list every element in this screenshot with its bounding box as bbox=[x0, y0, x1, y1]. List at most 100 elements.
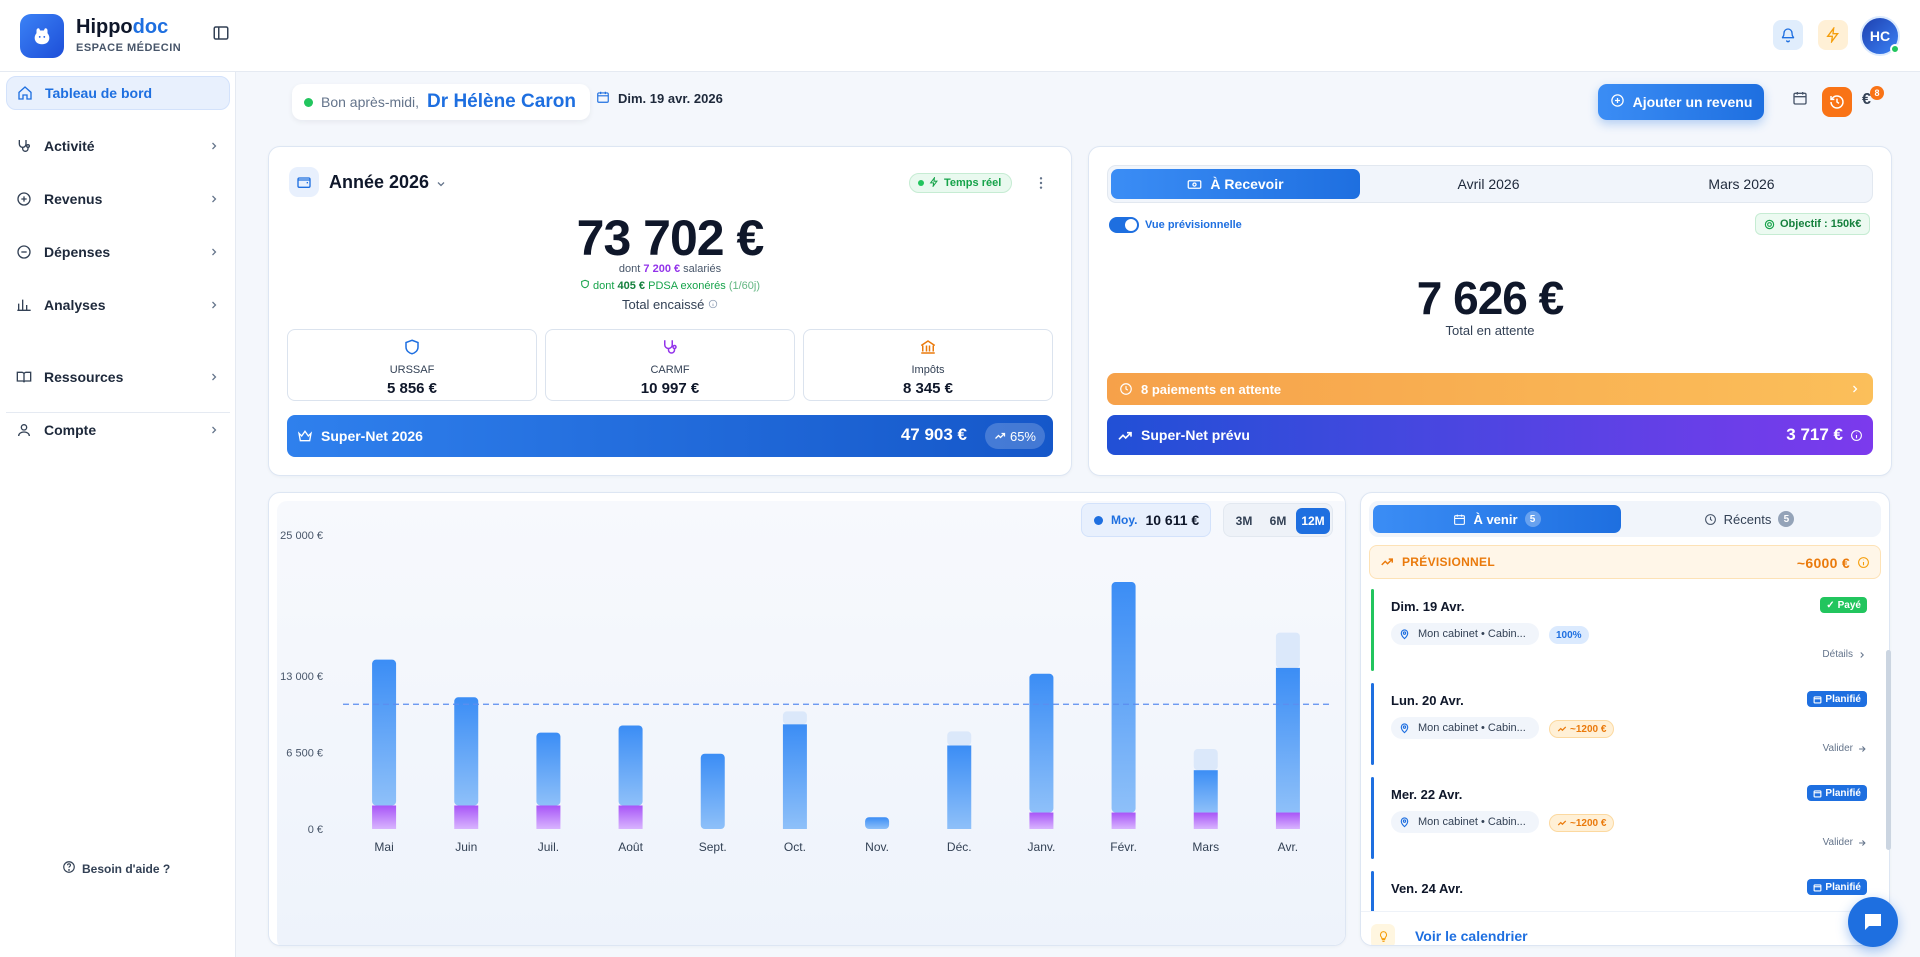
bar-revenue[interactable] bbox=[1029, 673, 1054, 813]
lightning-icon[interactable] bbox=[1818, 20, 1848, 50]
bar-revenue[interactable] bbox=[1111, 582, 1136, 813]
sidebar-item-revenues[interactable]: Revenus bbox=[6, 182, 230, 216]
chevron-right-icon bbox=[208, 423, 220, 435]
top-bar: Hippodoc ESPACE MÉDECIN HC bbox=[0, 0, 1920, 72]
sidebar-item-account[interactable]: Compte bbox=[6, 413, 230, 447]
bar-salaried[interactable] bbox=[618, 805, 643, 829]
supernet-bar[interactable]: Super-Net 2026 47 903 € 65% bbox=[287, 415, 1053, 457]
list-item[interactable]: Dim. 19 Avr. ✓ Payé Mon cabinet • Cabin.… bbox=[1371, 589, 1867, 671]
bar-salaried[interactable] bbox=[536, 805, 561, 829]
bar-salaried[interactable] bbox=[1029, 812, 1054, 829]
range-3m-button[interactable]: 3M bbox=[1228, 508, 1260, 534]
chevron-down-icon[interactable] bbox=[435, 177, 447, 189]
urssaf-box[interactable]: URSSAF 5 856 € bbox=[287, 329, 537, 401]
supernet-forecast-bar[interactable]: Super-Net prévu 3 717 € bbox=[1107, 415, 1873, 455]
hippo-logo-icon[interactable] bbox=[20, 14, 64, 58]
x-tick-label: Oct. bbox=[784, 840, 806, 854]
bar-revenue[interactable] bbox=[1193, 770, 1218, 813]
trend-up-icon bbox=[1381, 558, 1393, 566]
supernet-percent-badge: 65% bbox=[984, 423, 1045, 449]
brand-subtitle: ESPACE MÉDECIN bbox=[76, 42, 182, 54]
view-calendar-link[interactable]: Voir le calendrier bbox=[1415, 928, 1528, 944]
bar-revenue[interactable] bbox=[947, 745, 972, 829]
more-options-icon[interactable] bbox=[1033, 175, 1049, 191]
lightning-icon bbox=[929, 175, 939, 190]
list-item[interactable]: Mer. 22 Avr. Planifié Mon cabinet • Cabi… bbox=[1371, 777, 1867, 859]
cash-icon bbox=[1188, 179, 1202, 189]
range-6m-button[interactable]: 6M bbox=[1262, 508, 1294, 534]
help-link[interactable]: Besoin d'aide ? bbox=[62, 860, 170, 877]
bar-revenue[interactable] bbox=[700, 753, 725, 829]
calendar-icon[interactable] bbox=[1792, 90, 1814, 112]
history-icon[interactable] bbox=[1822, 87, 1852, 117]
trend-up-icon bbox=[1557, 820, 1567, 826]
add-revenue-button[interactable]: Ajouter un revenu bbox=[1598, 84, 1764, 120]
tab-march-2026[interactable]: Mars 2026 bbox=[1617, 169, 1866, 199]
bar-revenue[interactable] bbox=[1275, 667, 1300, 813]
scrollbar[interactable] bbox=[1886, 650, 1891, 850]
bar-salaried[interactable] bbox=[454, 805, 479, 829]
sidebar-item-analyses[interactable]: Analyses bbox=[6, 288, 230, 322]
forecast-toggle[interactable] bbox=[1109, 217, 1139, 233]
receivables-card: À Recevoir Avril 2026 Mars 2026 Vue prév… bbox=[1088, 146, 1892, 476]
bar-pending[interactable] bbox=[947, 731, 972, 746]
count-badge: 5 bbox=[1524, 511, 1541, 527]
sidebar-toggle-icon[interactable] bbox=[212, 24, 232, 44]
bar-pending[interactable] bbox=[1275, 632, 1300, 668]
taxes-box[interactable]: Impôts 8 345 € bbox=[803, 329, 1053, 401]
bar-salaried[interactable] bbox=[1275, 812, 1300, 829]
bar-salaried[interactable] bbox=[372, 805, 397, 829]
bell-icon[interactable] bbox=[1773, 20, 1803, 50]
tab-april-2026[interactable]: Avril 2026 bbox=[1364, 169, 1613, 199]
x-tick-label: Nov. bbox=[865, 840, 889, 854]
amount-chip: 100% bbox=[1549, 626, 1589, 644]
carmf-box[interactable]: CARMF 10 997 € bbox=[545, 329, 795, 401]
trend-up-icon bbox=[1557, 726, 1567, 732]
forecast-bar: PRÉVISIONNEL ~6000 € bbox=[1369, 545, 1881, 579]
bar-revenue[interactable] bbox=[618, 725, 643, 806]
chat-icon bbox=[1865, 914, 1881, 930]
bar-pending[interactable] bbox=[1193, 749, 1218, 771]
average-value: 10 611 € bbox=[1145, 512, 1200, 528]
validate-link[interactable]: Valider bbox=[1823, 743, 1867, 754]
sidebar: Tableau de bord Activité Revenus Dépense… bbox=[0, 72, 236, 957]
arrow-right-icon bbox=[1859, 839, 1866, 846]
year-selector[interactable]: Année 2026 bbox=[329, 172, 429, 193]
date-label: Dim. 19 avr. 2026 bbox=[618, 91, 723, 106]
chat-button[interactable] bbox=[1848, 897, 1898, 947]
realtime-label: Temps réel bbox=[944, 177, 1002, 189]
amount-chip: ~1200 € bbox=[1549, 720, 1615, 738]
bar-revenue[interactable] bbox=[782, 724, 807, 829]
bar-revenue[interactable] bbox=[865, 817, 890, 829]
status-stripe bbox=[1371, 589, 1374, 671]
sidebar-item-label: Revenus bbox=[44, 191, 103, 207]
event-date: Mer. 22 Avr. bbox=[1391, 787, 1463, 802]
sidebar-item-resources[interactable]: Ressources bbox=[6, 360, 230, 394]
calendar-icon bbox=[1813, 695, 1822, 703]
sidebar-item-label: Compte bbox=[44, 422, 97, 438]
sidebar-item-dashboard[interactable]: Tableau de bord bbox=[6, 76, 230, 110]
forecast-toggle-label: Vue prévisionnelle bbox=[1145, 219, 1242, 231]
list-item[interactable]: Lun. 20 Avr. Planifié Mon cabinet • Cabi… bbox=[1371, 683, 1867, 765]
bar-salaried[interactable] bbox=[1193, 812, 1218, 829]
bar-revenue[interactable] bbox=[536, 732, 561, 806]
bar-revenue[interactable] bbox=[454, 697, 479, 806]
range-12m-button[interactable]: 12M bbox=[1296, 508, 1330, 534]
chart-area: 0 € 6 500 € 13 000 € 25 000 € Mai Juin Juil. Ao… bbox=[277, 501, 1345, 945]
tab-recent[interactable]: Récents 5 bbox=[1625, 505, 1873, 533]
bar-pending[interactable] bbox=[782, 711, 807, 725]
sidebar-item-activity[interactable]: Activité bbox=[6, 129, 230, 163]
tab-upcoming[interactable]: À venir 5 bbox=[1373, 505, 1621, 533]
sidebar-item-expenses[interactable]: Dépenses bbox=[6, 235, 230, 269]
lightbulb-icon bbox=[1371, 924, 1395, 945]
details-link[interactable]: Détails bbox=[1822, 649, 1867, 660]
tab-to-receive[interactable]: À Recevoir bbox=[1111, 169, 1360, 199]
bar-revenue[interactable] bbox=[372, 659, 397, 806]
x-tick-label: Avr. bbox=[1278, 840, 1298, 854]
arrow-right-icon bbox=[1859, 745, 1866, 752]
bar-salaried[interactable] bbox=[1111, 812, 1136, 829]
pending-payments-bar[interactable]: 8 paiements en attente bbox=[1107, 373, 1873, 405]
supernet-value: 47 903 € bbox=[900, 425, 967, 444]
location-chip: Mon cabinet • Cabin... bbox=[1391, 623, 1539, 645]
validate-link[interactable]: Valider bbox=[1823, 837, 1867, 848]
